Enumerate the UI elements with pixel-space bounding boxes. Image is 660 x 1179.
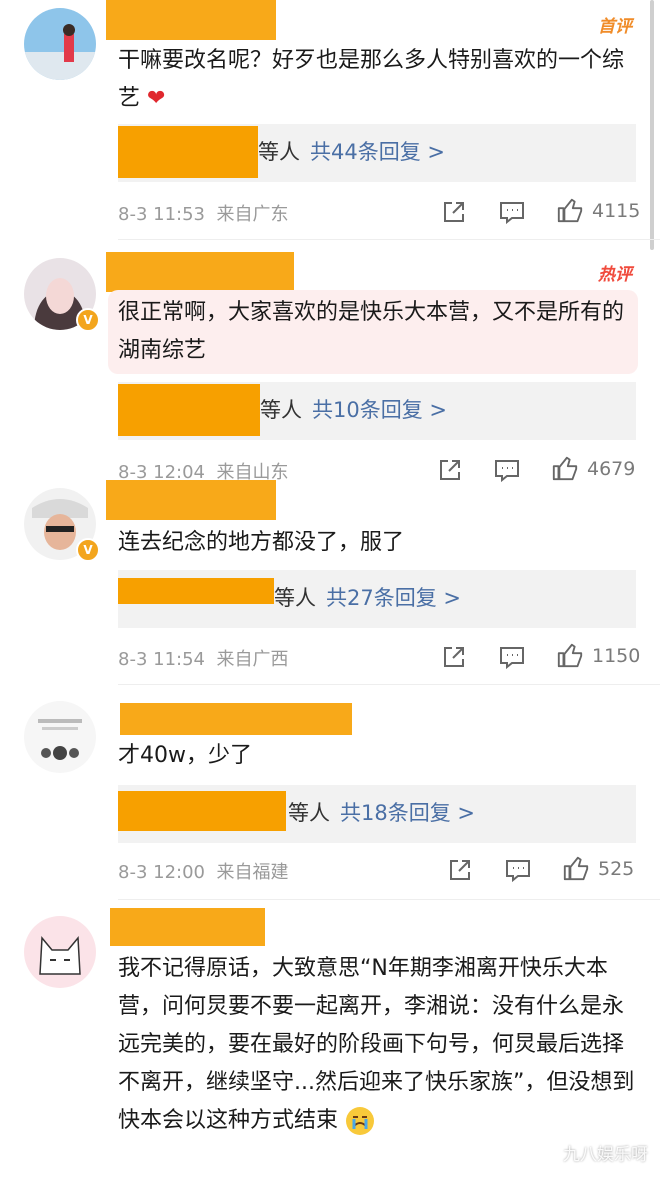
reply-username-redacted (118, 384, 260, 436)
reply-who: 等人 (258, 140, 300, 164)
comment-text: 才40w，少了 (118, 743, 252, 768)
username-redacted[interactable] (110, 908, 265, 946)
avatar[interactable] (24, 701, 96, 773)
comment-icon[interactable] (498, 643, 526, 671)
username-redacted[interactable] (106, 0, 276, 40)
timestamp: 8-3 11:53 (118, 204, 205, 225)
reply-count-link[interactable]: 共10条回复 > (312, 398, 447, 422)
reply-username-redacted (118, 126, 258, 178)
reply-who: 等人 (274, 586, 316, 610)
username-redacted[interactable] (120, 703, 352, 735)
comment-item-1: 首评 干嘛要改名呢？好歹也是那么多人特别喜欢的一个综艺 ❤ 等人 共44条回复 >… (0, 0, 660, 240)
reply-summary[interactable]: 等人 共44条回复 > (118, 124, 636, 182)
like-count: 4679 (587, 458, 636, 480)
like-count: 1150 (592, 645, 641, 667)
like-icon[interactable] (555, 641, 585, 669)
like-icon[interactable] (550, 454, 580, 482)
hot-comment-badge: 热评 (598, 265, 632, 285)
username-redacted[interactable] (106, 480, 276, 520)
location: 来自广东 (216, 204, 289, 225)
comment-meta: 8-3 12:00 来自福建 (118, 858, 288, 884)
crying-emoji-icon (345, 1106, 375, 1136)
watermark: 九八娱乐呀 (563, 1145, 648, 1165)
reply-username-redacted (118, 791, 286, 831)
timestamp: 8-3 11:54 (118, 649, 205, 670)
comment-item-3: V 连去纪念的地方都没了，服了 等人 共27条回复 > 8-3 11:54 来自广… (0, 480, 660, 685)
heart-emoji-icon: ❤ (147, 86, 166, 111)
reply-who: 等人 (260, 398, 302, 422)
reply-count-link[interactable]: 共27条回复 > (326, 586, 461, 610)
avatar[interactable] (24, 8, 96, 80)
comment-icon[interactable] (498, 198, 526, 226)
reply-who: 等人 (288, 801, 330, 825)
like-icon[interactable] (555, 196, 585, 224)
reply-summary[interactable]: 等人 共10条回复 > (118, 382, 636, 440)
comment-text: 很正常啊，大家喜欢的是快乐大本营，又不是所有的湖南综艺 (108, 290, 638, 374)
timestamp: 8-3 12:00 (118, 862, 205, 883)
avatar[interactable] (24, 916, 96, 988)
comment-item-5: 我不记得原话，大致意思“N年期李湘离开快乐大本营，问何炅要不要一起离开，李湘说：… (0, 900, 660, 1179)
reply-summary[interactable]: 等人 共18条回复 > (118, 785, 636, 843)
share-icon[interactable] (446, 856, 474, 884)
comment-meta: 8-3 11:54 来自广西 (118, 645, 288, 671)
username-redacted[interactable] (106, 252, 294, 292)
comment-item-2: V 热评 很正常啊，大家喜欢的是快乐大本营，又不是所有的湖南综艺 等人 共10条回… (0, 240, 660, 483)
like-count: 525 (598, 858, 635, 880)
comment-text: 干嘛要改名呢？好歹也是那么多人特别喜欢的一个综艺 ❤ (118, 48, 625, 111)
reply-summary[interactable]: 等人 共27条回复 > (118, 570, 636, 628)
comment-icon[interactable] (504, 856, 532, 884)
first-comment-badge: 首评 (598, 17, 632, 37)
reply-count-link[interactable]: 共44条回复 > (310, 140, 445, 164)
verified-badge-icon: V (76, 308, 100, 332)
comment-text: 连去纪念的地方都没了，服了 (118, 530, 405, 555)
like-icon[interactable] (561, 854, 591, 882)
like-count: 4115 (592, 200, 641, 222)
location: 来自福建 (216, 862, 289, 883)
reply-username-redacted (118, 578, 274, 604)
comment-item-4: 才40w，少了 等人 共18条回复 > 8-3 12:00 来自福建 525 (0, 685, 660, 900)
location: 来自广西 (216, 649, 289, 670)
share-icon[interactable] (440, 198, 468, 226)
comment-text: 我不记得原话，大致意思“N年期李湘离开快乐大本营，问何炅要不要一起离开，李湘说：… (118, 950, 638, 1140)
verified-badge-icon: V (76, 538, 100, 562)
comment-meta: 8-3 11:53 来自广东 (118, 200, 288, 226)
reply-count-link[interactable]: 共18条回复 > (340, 801, 475, 825)
share-icon[interactable] (440, 643, 468, 671)
